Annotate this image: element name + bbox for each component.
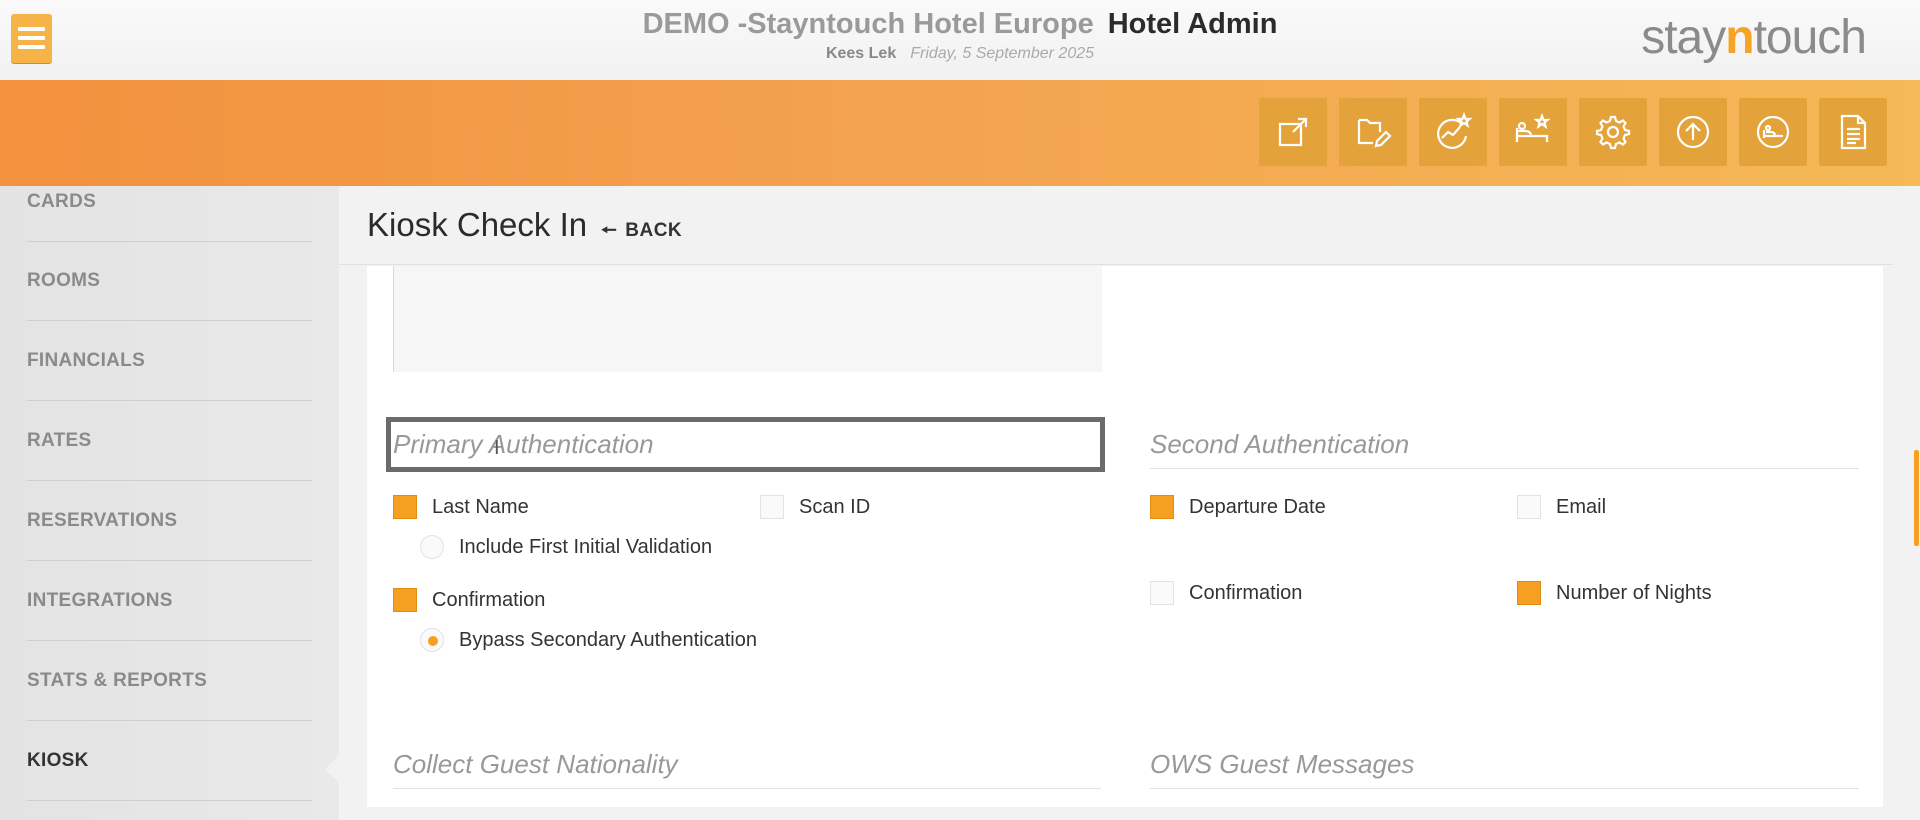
checkbox-box[interactable] (1150, 581, 1174, 605)
checkbox-label: Confirmation (432, 588, 546, 611)
number-of-nights-checkbox[interactable]: Number of Nights (1517, 581, 1712, 605)
second-auth-heading: Second Authentication (1150, 421, 1859, 469)
sidebar-item-financials[interactable]: FINANCIALS (27, 322, 312, 401)
hotel-title: DEMO -Stayntouch Hotel Europe Hotel Admin (0, 8, 1920, 41)
app-name: Hotel Admin (1107, 8, 1278, 40)
sidebar-item-stats-reports[interactable]: STATS & REPORTS (27, 642, 312, 721)
checkbox-label: Departure Date (1189, 495, 1326, 518)
ows-messages-heading-text: OWS Guest Messages (1150, 749, 1415, 779)
current-date: Friday, 5 September 2025 (910, 45, 1095, 62)
checkbox-label: Last Name (432, 495, 529, 518)
sidebar-item-label: CARDS (27, 191, 97, 212)
checkbox-box[interactable] (760, 495, 784, 519)
stayntouch-logo: stayntouch (1641, 10, 1867, 65)
email-checkbox[interactable]: Email (1517, 495, 1606, 519)
guest-button[interactable] (1739, 98, 1807, 166)
settings-card: Primary Authentication Last Name Include… (367, 266, 1919, 807)
sidebar-item-label: FINANCIALS (27, 350, 146, 371)
checkbox-label: Confirmation (1189, 581, 1303, 604)
radio-button[interactable] (420, 628, 444, 652)
folder-edit-button[interactable] (1339, 98, 1407, 166)
collect-nationality-heading-text: Collect Guest Nationality (393, 749, 678, 779)
chart-star-icon (1437, 112, 1473, 149)
hotel-name: DEMO -Stayntouch Hotel Europe (642, 8, 1094, 40)
sidebar: CARDS ROOMS FINANCIALS RATES RESERVATION… (0, 186, 339, 820)
second-confirmation-checkbox[interactable]: Confirmation (1150, 581, 1302, 605)
external-link-button[interactable] (1259, 98, 1327, 166)
second-auth-heading-text: Second Authentication (1150, 429, 1410, 459)
checkbox-box[interactable] (1517, 581, 1541, 605)
sidebar-item-label: INTEGRATIONS (27, 590, 173, 611)
radio-button[interactable] (420, 535, 444, 559)
logo-part: n (1725, 11, 1754, 64)
logo-part: stay (1641, 11, 1726, 64)
settings-button[interactable] (1579, 98, 1647, 166)
back-button[interactable]: 🠔 BACK (601, 218, 682, 248)
radio-label: Include First Initial Validation (459, 535, 713, 558)
sidebar-item-cards[interactable]: CARDS (27, 163, 312, 242)
text-area[interactable] (393, 266, 1102, 372)
page-title: Kiosk Check In (367, 206, 588, 243)
scan-id-checkbox[interactable]: Scan ID (760, 495, 870, 519)
bed-star-icon (1515, 112, 1551, 142)
checkbox-box[interactable] (393, 588, 417, 612)
guest-icon (1756, 115, 1790, 149)
folder-edit-icon (1357, 118, 1392, 148)
sidebar-item-label: RESERVATIONS (27, 510, 178, 531)
scrollbar-thumb[interactable] (1914, 450, 1919, 546)
upload-button[interactable] (1659, 98, 1727, 166)
departure-date-checkbox[interactable]: Departure Date (1150, 495, 1326, 519)
user-name: Kees Lek (825, 45, 897, 62)
confirmation-checkbox[interactable]: Confirmation (393, 588, 545, 612)
top-bar: DEMO -Stayntouch Hotel Europe Hotel Admin… (0, 0, 1920, 80)
checkbox-box[interactable] (1517, 495, 1541, 519)
checkbox-label: Scan ID (799, 495, 871, 518)
ows-messages-heading: OWS Guest Messages (1150, 741, 1859, 789)
include-first-initial-radio[interactable]: Include First Initial Validation (420, 535, 712, 559)
text-cursor-icon: I (494, 437, 500, 459)
document-icon (1840, 114, 1867, 150)
checkbox-box[interactable] (1150, 495, 1174, 519)
document-button[interactable] (1819, 98, 1887, 166)
divider (339, 264, 1893, 265)
user-date-line: Kees Lek Friday, 5 September 2025 (0, 45, 1920, 63)
chart-star-button[interactable] (1419, 98, 1487, 166)
bypass-secondary-radio[interactable]: Bypass Secondary Authentication (420, 628, 757, 652)
sidebar-item-label: KIOSK (27, 750, 89, 771)
upload-circle-icon (1676, 115, 1710, 149)
bed-star-button[interactable] (1499, 98, 1567, 166)
sidebar-item-kiosk[interactable]: KIOSK (27, 722, 312, 801)
radio-label: Bypass Secondary Authentication (459, 628, 757, 651)
sidebar-item-label: ROOMS (27, 270, 101, 291)
checkbox-label: Number of Nights (1556, 581, 1712, 604)
sidebar-item-rates[interactable]: RATES (27, 402, 312, 481)
gear-icon (1595, 115, 1631, 150)
checkbox-box[interactable] (393, 495, 417, 519)
checkbox-label: Email (1556, 495, 1607, 518)
sidebar-item-label: STATS & REPORTS (27, 670, 208, 691)
last-name-checkbox[interactable]: Last Name (393, 495, 529, 519)
arrow-left-icon: 🠔 (601, 220, 618, 240)
active-indicator (325, 755, 339, 783)
sidebar-item-rooms[interactable]: ROOMS (27, 242, 312, 321)
sidebar-item-label: RATES (27, 430, 92, 451)
sidebar-item-integrations[interactable]: INTEGRATIONS (27, 562, 312, 641)
collect-nationality-heading: Collect Guest Nationality (393, 741, 1101, 789)
back-label: BACK (625, 220, 683, 241)
main-content: Kiosk Check In 🠔 BACK Primary Authenticat… (339, 186, 1920, 820)
sidebar-item-reservations[interactable]: RESERVATIONS (27, 482, 312, 561)
logo-part: touch (1753, 11, 1867, 64)
external-link-icon (1278, 117, 1308, 147)
